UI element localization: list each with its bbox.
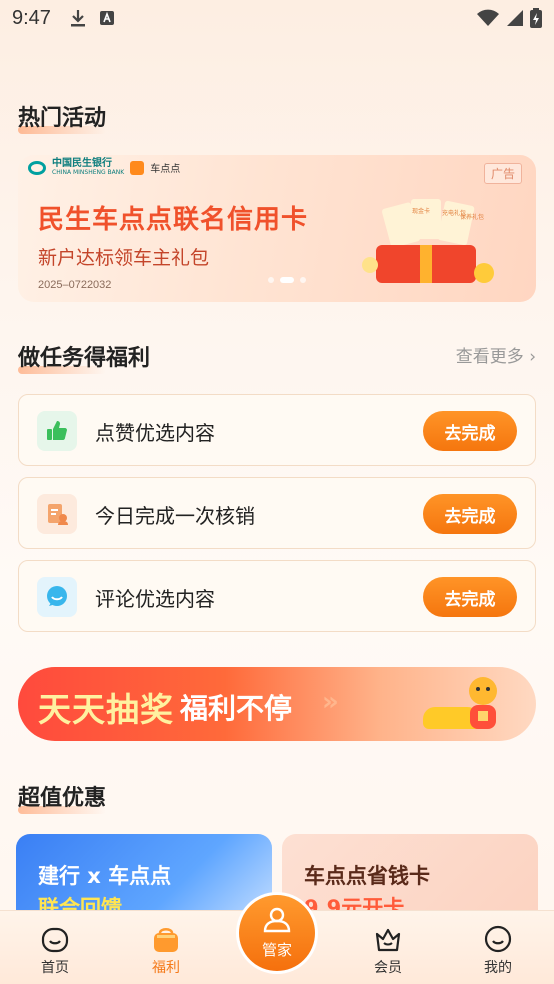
- view-more-link[interactable]: 查看更多 ›: [456, 342, 536, 367]
- task-complete-button[interactable]: 去完成: [423, 494, 517, 534]
- banner-headline: 民生车点点联名信用卡: [38, 205, 309, 235]
- task-complete-button[interactable]: 去完成: [423, 411, 517, 451]
- cdd-logo-icon: [130, 160, 145, 175]
- task-label: 点赞优选内容: [95, 421, 215, 445]
- text-icon: [99, 10, 115, 26]
- banner-subline: 新户达标领车主礼包: [38, 247, 210, 269]
- hot-activities-title: 热门活动: [18, 100, 106, 134]
- user-face-icon: [482, 923, 514, 955]
- deal-title: 车点点省钱卡: [304, 864, 430, 888]
- lottery-text-b: 福利不停: [180, 692, 293, 725]
- gift-tag-1: 现金卡: [412, 207, 430, 215]
- verify-doc-icon: [37, 494, 77, 534]
- task-complete-button[interactable]: 去完成: [423, 577, 517, 617]
- tab-welfare[interactable]: 福利: [131, 923, 201, 977]
- banner-code: 2025–0722032: [38, 279, 112, 291]
- center-label: 管家: [261, 940, 292, 959]
- gift-bag-icon: [150, 923, 182, 955]
- carousel-dot: [300, 277, 306, 283]
- crown-icon: [372, 923, 404, 955]
- tab-mine[interactable]: 我的: [463, 923, 533, 977]
- tasks-title: 做任务得福利: [18, 340, 150, 374]
- bank-name-en: CHINA MINSHENG BANK: [52, 169, 125, 176]
- center-butler-button[interactable]: 管家: [236, 892, 318, 974]
- comment-icon: [37, 577, 77, 617]
- battery-icon: [530, 8, 542, 34]
- task-label: 评论优选内容: [95, 587, 215, 611]
- ad-badge: 广告: [483, 163, 522, 184]
- tab-home[interactable]: 首页: [20, 923, 90, 977]
- task-card-verify: 今日完成一次核销 去完成: [18, 477, 536, 549]
- tiger-mascot-icon: [469, 677, 497, 729]
- deal-title: 建行 x 车点点: [38, 864, 172, 888]
- butler-icon: [262, 907, 292, 937]
- wifi-icon: [476, 9, 500, 33]
- lottery-text-a: 天天抽奖: [38, 690, 174, 729]
- gift-tag-3: 保养礼包: [460, 213, 484, 221]
- carousel-dot-active: [280, 277, 294, 283]
- credit-card-banner[interactable]: 中国民生银行 CHINA MINSHENG BANK 车点点 广告 民生车点点联…: [18, 155, 536, 302]
- gift-box-icon: 现金卡 充电礼包 保养礼包: [362, 199, 494, 283]
- banner-logos: 中国民生银行 CHINA MINSHENG BANK 车点点: [28, 159, 180, 176]
- task-card-like: 点赞优选内容 去完成: [18, 394, 536, 466]
- lottery-banner[interactable]: 天天抽奖 福利不停 »: [18, 667, 536, 741]
- carousel-dot: [268, 277, 274, 283]
- status-time: 9:47: [12, 6, 51, 29]
- carousel-dots: [268, 277, 306, 283]
- deals-title: 超值优惠: [18, 780, 106, 814]
- bank-name: 中国民生银行: [52, 158, 112, 169]
- status-bar: 9:47: [0, 0, 554, 36]
- task-label: 今日完成一次核销: [95, 504, 255, 528]
- task-card-comment: 评论优选内容 去完成: [18, 560, 536, 632]
- double-arrow-icon: »: [322, 687, 339, 717]
- tab-member[interactable]: 会员: [353, 923, 423, 977]
- smile-face-icon: [39, 923, 71, 955]
- chevron-right-icon: ›: [529, 347, 536, 367]
- download-icon: [69, 8, 87, 28]
- bank-logo-icon: [28, 160, 46, 175]
- partner-name: 车点点: [150, 164, 181, 175]
- thumbs-up-icon: [37, 411, 77, 451]
- signal-icon: [506, 9, 524, 33]
